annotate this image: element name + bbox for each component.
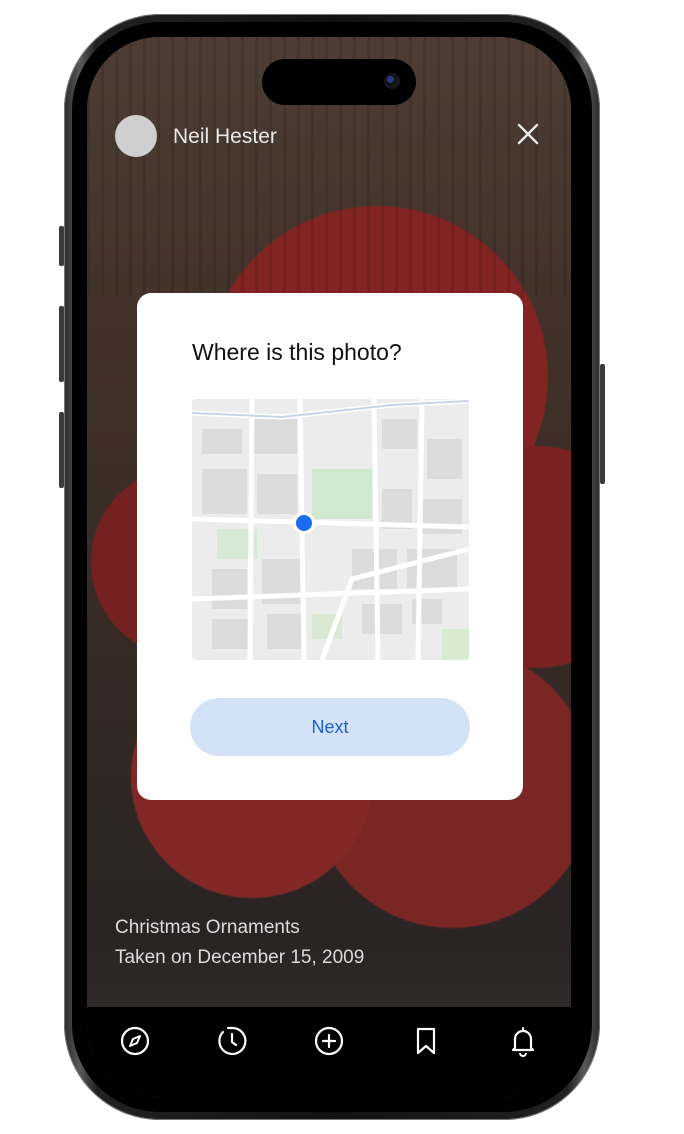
next-button[interactable]: Next [190,698,470,756]
dynamic-island [262,59,416,105]
location-dialog: Where is this photo? Next [137,293,523,800]
map-graphic [192,399,469,660]
current-location-dot [296,515,312,531]
photo-caption: Christmas Ornaments Taken on December 15… [115,917,364,969]
close-button[interactable] [513,119,543,149]
tab-add[interactable] [305,1017,353,1065]
tab-bar [87,1007,571,1097]
avatar[interactable] [115,115,157,157]
action-button [59,226,64,266]
power-button [600,364,605,484]
location-map[interactable] [192,399,469,660]
close-icon [517,123,539,145]
user-name[interactable]: Neil Hester [173,125,277,149]
bookmark-icon [416,1027,435,1055]
camera-icon [384,73,400,89]
compass-icon [121,1026,150,1056]
tab-bookmarks[interactable] [402,1017,450,1065]
bell-icon [511,1027,534,1057]
tab-notifications[interactable] [499,1017,547,1065]
volume-down-button [59,412,64,488]
tab-history[interactable] [208,1017,256,1065]
history-icon [218,1026,247,1056]
dialog-title: Where is this photo? [192,339,402,365]
photo-title: Christmas Ornaments [115,917,300,938]
volume-up-button [59,306,64,382]
photo-header: Neil Hester [115,115,547,161]
tab-explore[interactable] [111,1017,159,1065]
photo-date: Taken on December 15, 2009 [115,947,365,968]
add-icon [314,1026,344,1056]
